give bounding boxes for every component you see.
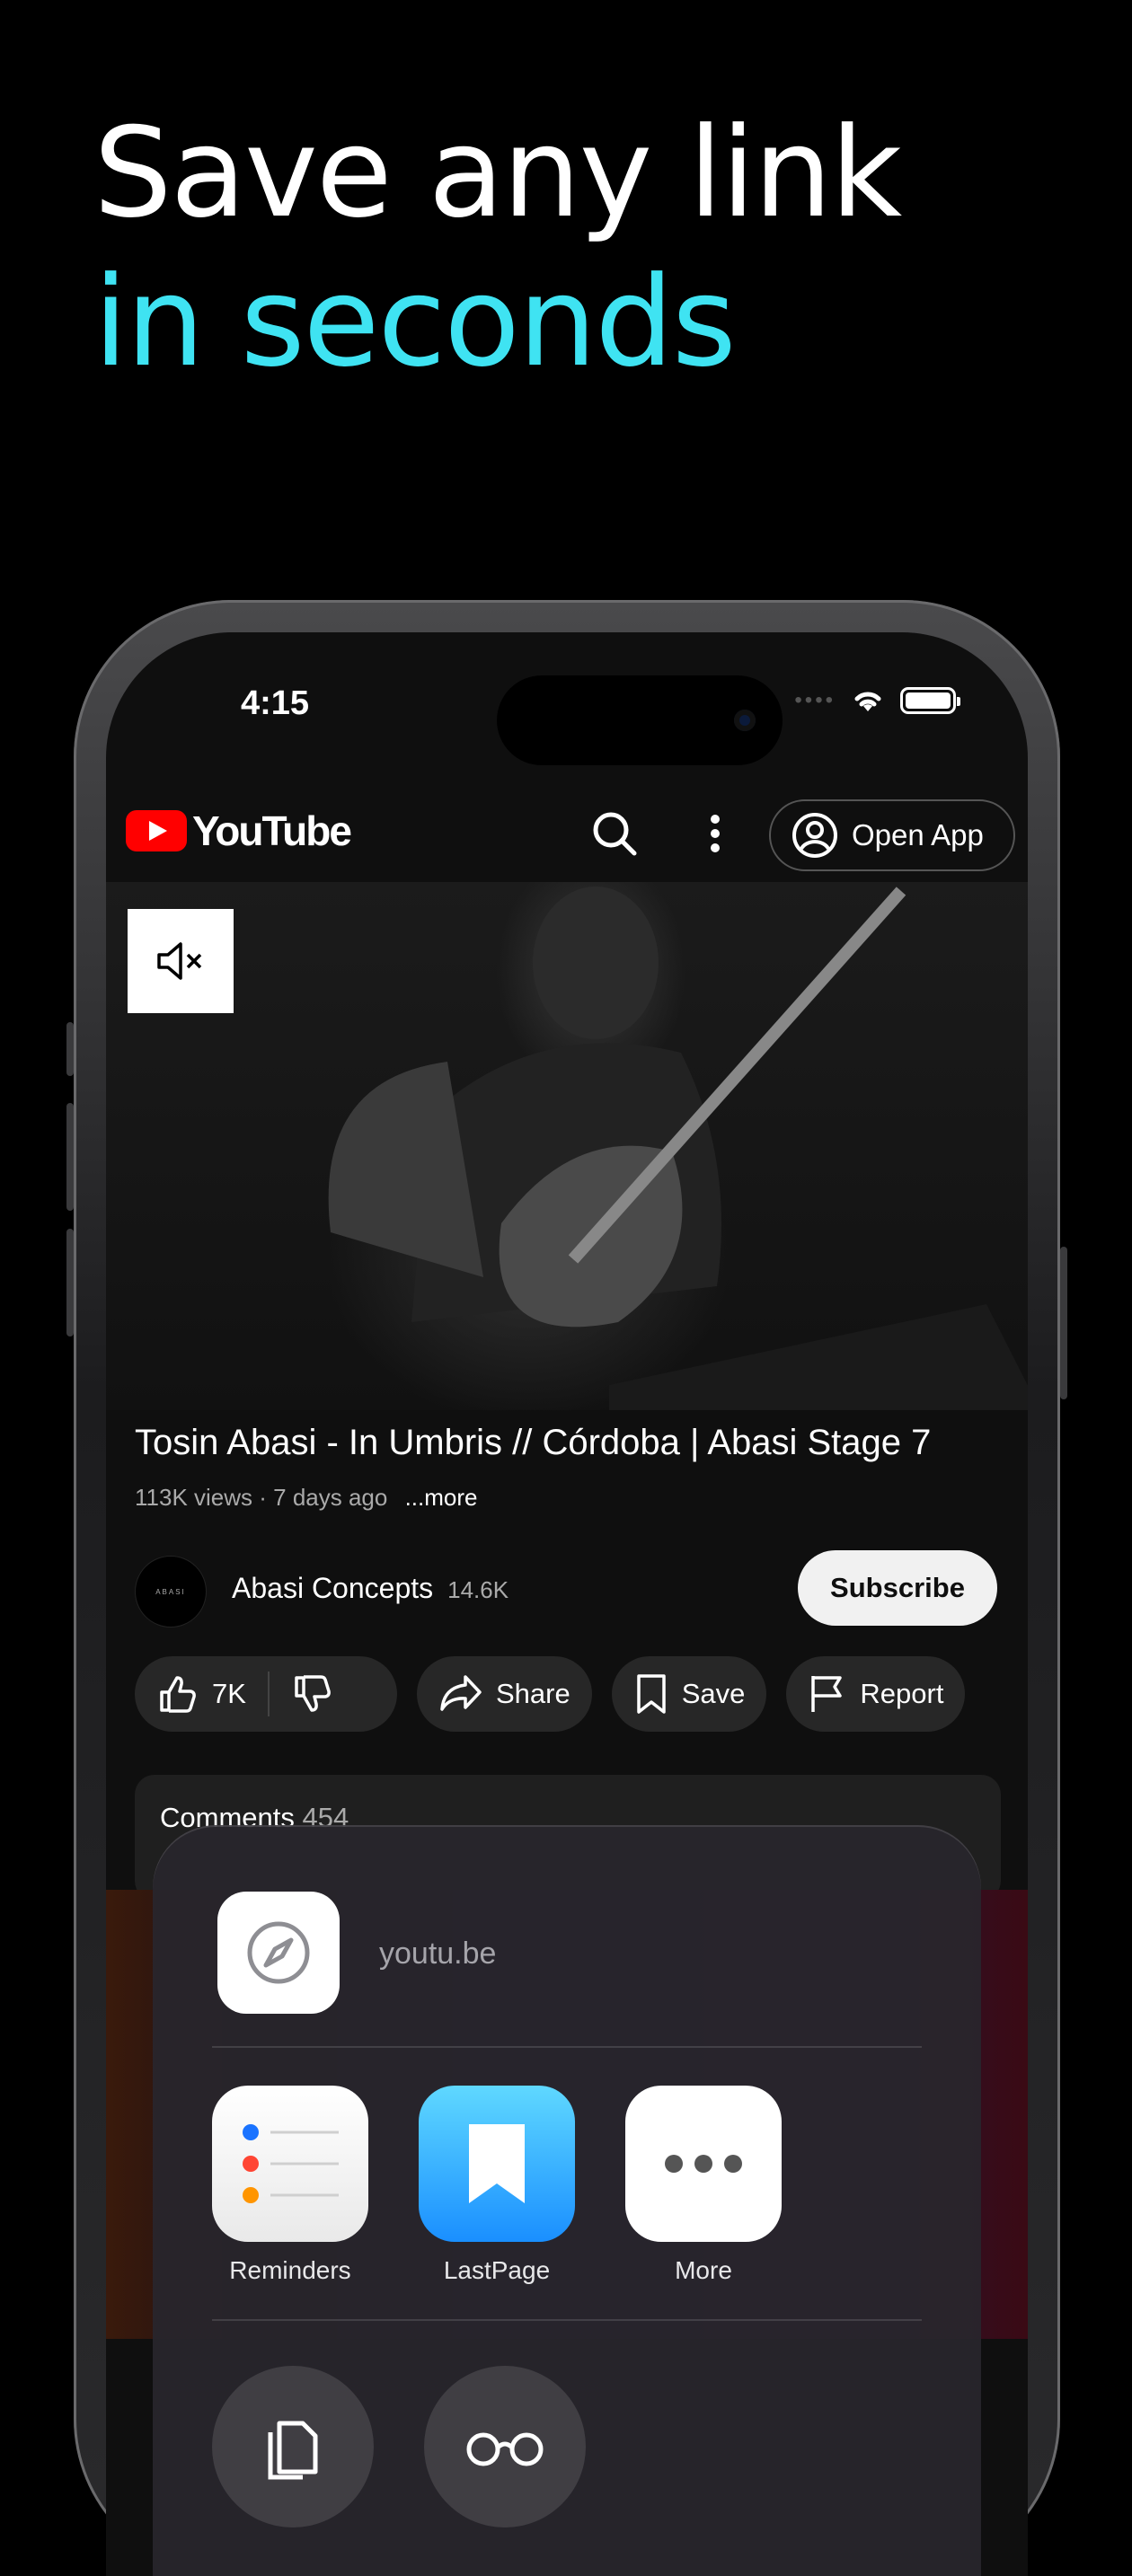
search-icon[interactable] — [589, 808, 640, 859]
more-link[interactable]: ...more — [405, 1484, 478, 1511]
copy-button[interactable] — [212, 2366, 374, 2527]
open-app-button[interactable]: Open App — [769, 799, 1015, 871]
youtube-wordmark: YouTube — [192, 807, 352, 854]
guitarist-silhouette — [328, 887, 1028, 1410]
report-label: Report — [860, 1678, 944, 1709]
video-player[interactable] — [106, 882, 1028, 1410]
report-button[interactable]: Report — [786, 1656, 966, 1732]
share-button[interactable]: Share — [417, 1656, 592, 1732]
sheet-divider — [212, 2319, 922, 2321]
reminders-icon — [212, 2086, 368, 2242]
share-arrow-icon — [440, 1675, 482, 1711]
action-button — [66, 1022, 74, 1076]
channel-avatar[interactable]: ABASI — [135, 1556, 207, 1628]
subscribe-button[interactable]: Subscribe — [798, 1550, 997, 1626]
app-label: Reminders — [229, 2256, 351, 2284]
save-label: Save — [681, 1678, 746, 1709]
channel-row: ABASI Abasi Concepts 14.6K Subscribe — [135, 1548, 1010, 1629]
save-button[interactable]: Save — [611, 1656, 767, 1732]
like-count[interactable]: 7K — [212, 1678, 246, 1710]
mute-button[interactable] — [128, 909, 234, 1013]
dynamic-island — [497, 675, 783, 765]
open-app-label: Open App — [852, 818, 984, 851]
wifi-icon — [854, 692, 881, 711]
reading-list-button[interactable] — [424, 2366, 586, 2527]
thumbs-down-icon[interactable] — [291, 1672, 334, 1716]
video-views: 113K views · 7 days ago — [135, 1484, 388, 1511]
headline: Save any link in seconds — [93, 99, 902, 397]
account-circle-icon — [792, 813, 837, 858]
volume-off-icon — [157, 942, 202, 980]
sheet-divider — [212, 2046, 922, 2048]
more-vert-icon[interactable] — [706, 808, 724, 859]
share-sheet: youtu.be Reminders LastPage More — [153, 1825, 981, 2576]
dots-glyph — [665, 2155, 742, 2173]
phone-screen: 4:15 •••• YouTube Open App Tosin Abasi -… — [106, 632, 1028, 2576]
channel-info[interactable]: Abasi Concepts 14.6K — [232, 1572, 509, 1605]
app-reminders[interactable]: Reminders — [212, 2086, 368, 2285]
share-apps-row: Reminders LastPage More — [212, 2086, 782, 2285]
video-title[interactable]: Tosin Abasi - In Umbris // Córdoba | Aba… — [135, 1423, 1010, 1463]
power-button — [1060, 1247, 1067, 1399]
share-url: youtu.be — [379, 1936, 497, 1971]
bookmark-glyph — [469, 2124, 525, 2203]
flag-icon — [811, 1676, 843, 1712]
battery-icon — [900, 687, 960, 714]
youtube-logo[interactable]: YouTube — [126, 807, 352, 855]
youtube-play-icon — [126, 810, 187, 851]
compass-icon — [247, 1921, 310, 1984]
volume-up-button — [66, 1103, 74, 1211]
copy-icon — [268, 2421, 318, 2480]
share-label: Share — [496, 1678, 570, 1709]
app-label: More — [675, 2256, 732, 2284]
lastpage-bookmark-icon — [419, 2086, 575, 2242]
more-dots-icon — [625, 2086, 782, 2242]
like-divider — [267, 1672, 270, 1716]
app-more[interactable]: More — [625, 2086, 782, 2285]
video-actions: 7K Share Save Report — [135, 1656, 966, 1732]
headline-line-2: in seconds — [93, 250, 737, 394]
video-meta: 113K views · 7 days ago ...more — [135, 1484, 478, 1512]
signal-icon: •••• — [794, 688, 836, 712]
share-actions-row — [212, 2366, 586, 2527]
channel-subscribers: 14.6K — [447, 1576, 509, 1603]
camera-icon — [734, 710, 756, 731]
thumbs-up-icon[interactable] — [156, 1672, 199, 1716]
status-time: 4:15 — [241, 684, 310, 722]
volume-down-button — [66, 1229, 74, 1337]
app-label: LastPage — [443, 2256, 551, 2284]
reading-list-glasses-icon — [466, 2432, 544, 2466]
headline-line-1: Save any link — [93, 101, 902, 245]
phone-frame: 4:15 •••• YouTube Open App Tosin Abasi -… — [66, 600, 1067, 2576]
youtube-header: YouTube Open App — [106, 783, 1028, 882]
status-icons: •••• — [794, 686, 960, 715]
like-dislike-pill: 7K — [135, 1656, 397, 1732]
channel-name: Abasi Concepts — [232, 1572, 434, 1604]
bookmark-icon — [636, 1674, 666, 1714]
app-lastpage[interactable]: LastPage — [419, 2086, 575, 2285]
reminders-list-glyph — [243, 2124, 339, 2203]
link-preview-thumbnail — [217, 1892, 340, 2014]
